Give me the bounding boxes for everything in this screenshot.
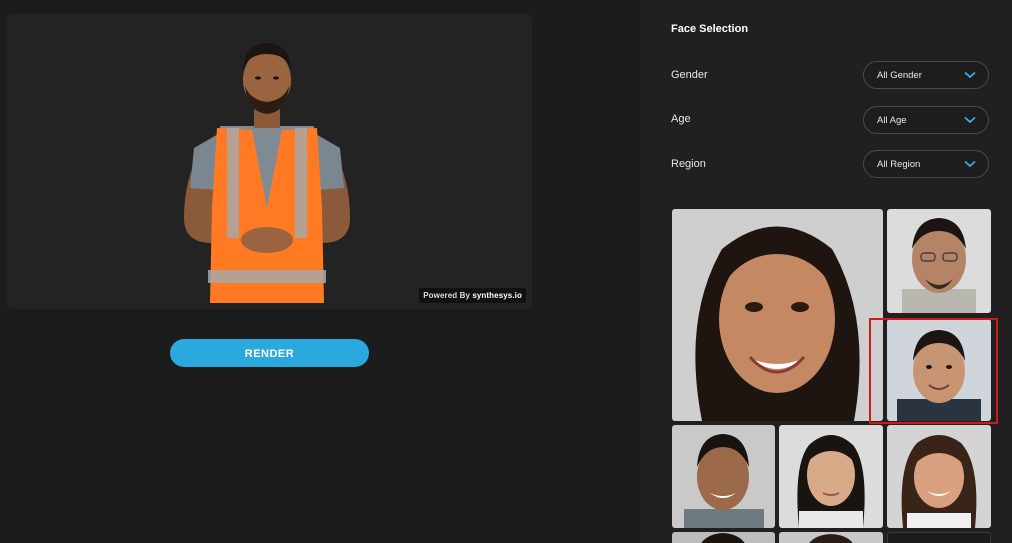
- chevron-down-icon: [964, 71, 976, 79]
- presenter-avatar: [184, 43, 350, 303]
- face-thumbnail-selected[interactable]: [887, 319, 991, 421]
- app-root: Powered By synthesys.io RENDER Face Sele…: [0, 0, 1012, 543]
- powered-by-badge: Powered By synthesys.io: [419, 288, 526, 303]
- region-label: Region: [671, 158, 706, 170]
- face-thumbnail[interactable]: [779, 532, 883, 543]
- gender-select-value: All Gender: [877, 70, 922, 81]
- region-select-value: All Region: [877, 159, 921, 170]
- face-thumbnail[interactable]: [672, 532, 775, 543]
- powered-by-label: Powered By: [423, 291, 470, 300]
- gender-label: Gender: [671, 69, 708, 81]
- render-button[interactable]: RENDER: [170, 339, 369, 367]
- face-thumbnail-featured[interactable]: [672, 209, 883, 421]
- chevron-down-icon: [964, 160, 976, 168]
- face-thumbnail[interactable]: [887, 209, 991, 313]
- face-selection-panel: Face Selection Gender All Gender Age All…: [641, 0, 1012, 543]
- age-select-value: All Age: [877, 115, 907, 126]
- panel-title: Face Selection: [671, 23, 749, 35]
- chevron-down-icon: [964, 116, 976, 124]
- age-select[interactable]: All Age: [863, 106, 989, 134]
- video-preview: Powered By synthesys.io: [7, 14, 532, 309]
- face-thumbnail[interactable]: [779, 425, 883, 528]
- face-thumbnail[interactable]: [672, 425, 775, 528]
- powered-by-brand: synthesys.io: [472, 291, 522, 300]
- age-label: Age: [671, 113, 691, 125]
- gender-select[interactable]: All Gender: [863, 61, 989, 89]
- region-select[interactable]: All Region: [863, 150, 989, 178]
- face-thumbnail[interactable]: [887, 425, 991, 528]
- face-thumbnail[interactable]: [887, 532, 991, 543]
